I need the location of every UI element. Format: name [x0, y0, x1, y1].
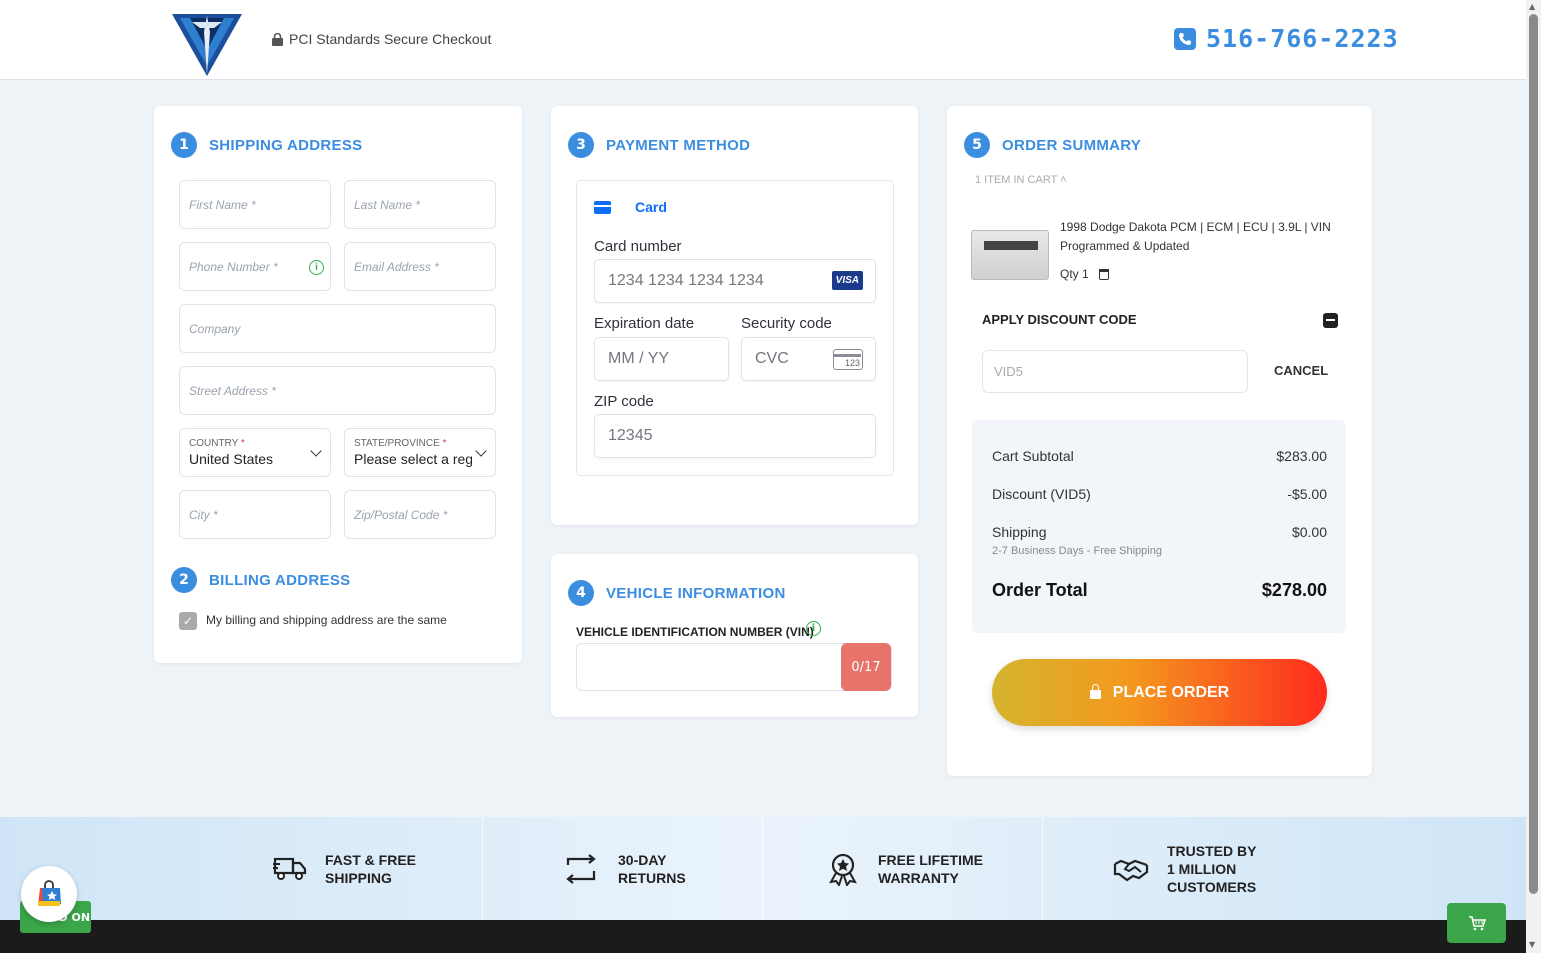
award-icon — [829, 853, 857, 886]
cvc-input[interactable]: CVC 123 — [741, 337, 876, 381]
feature-warranty: FREE LIFETIME WARRANTY — [826, 817, 983, 920]
credit-card-icon — [594, 200, 611, 214]
step-number: 4 — [568, 580, 594, 606]
first-name-field[interactable]: First Name * — [179, 180, 331, 229]
chevron-down-icon — [475, 445, 487, 457]
info-icon[interactable]: i — [309, 260, 324, 275]
payment-heading: 3 PAYMENT METHOD — [568, 132, 750, 158]
phone-field[interactable]: Phone Number * i — [179, 242, 331, 291]
zip-label: ZIP code — [594, 393, 654, 410]
expiry-label: Expiration date — [594, 315, 695, 332]
payment-zip-input[interactable]: 12345 — [594, 414, 876, 458]
subtotal-row: Cart Subtotal $283.00 — [992, 448, 1327, 464]
section-title: BILLING ADDRESS — [209, 571, 351, 589]
email-field[interactable]: Email Address * — [344, 242, 496, 291]
info-icon[interactable]: i — [806, 621, 821, 636]
shipping-note: 2-7 Business Days - Free Shipping — [992, 545, 1162, 557]
handshake-icon — [1113, 859, 1149, 881]
rewards-widget[interactable] — [21, 866, 77, 922]
section-title: SHIPPING ADDRESS — [209, 136, 363, 154]
product-name: 1998 Dodge Dakota PCM | ECM | ECU | 3.9L… — [1060, 220, 1331, 253]
billing-heading: 2 BILLING ADDRESS — [171, 567, 350, 593]
returns-icon — [566, 853, 596, 884]
same-address-label[interactable]: My billing and shipping address are the … — [206, 613, 447, 627]
step-number: 3 — [568, 132, 594, 158]
feature-shipping: FAST & FREE SHIPPING — [273, 817, 416, 920]
truck-icon — [273, 857, 307, 880]
order-total-row: Order Total $278.00 — [992, 580, 1327, 600]
visa-icon: VISA — [831, 271, 863, 290]
cart-count-toggle[interactable]: 1 ITEM IN CART ˄ — [975, 174, 1067, 186]
features-strip: FAST & FREE SHIPPING 30-DAY RETURNS FREE L… — [0, 817, 1526, 920]
card-tab[interactable]: Card — [594, 199, 667, 215]
collapse-icon[interactable] — [1323, 313, 1338, 328]
feature-trusted: TRUSTED BY 1 MILLION CUSTOMERS — [1113, 817, 1256, 920]
secure-checkout-label: PCI Standards Secure Checkout — [272, 31, 491, 47]
totals-box: Cart Subtotal $283.00 Discount (VID5) -$… — [972, 420, 1346, 633]
zip-field[interactable]: Zip/Postal Code * — [344, 490, 496, 539]
place-order-button[interactable]: PLACE ORDER — [992, 659, 1327, 726]
expiry-input[interactable]: MM / YY — [594, 337, 729, 381]
footer-bar — [0, 920, 1526, 953]
product-qty: Qty 1 — [1060, 267, 1109, 281]
cart-icon — [1468, 916, 1486, 931]
scrollbar-thumb[interactable] — [1529, 14, 1538, 894]
cvc-card-icon: 123 — [833, 349, 863, 370]
discount-input[interactable]: VID5 — [982, 350, 1248, 393]
card-number-label: Card number — [594, 238, 682, 255]
last-name-field[interactable]: Last Name * — [344, 180, 496, 229]
phone-link[interactable]: 516-766-2223 — [1174, 24, 1399, 53]
city-field[interactable]: City * — [179, 490, 331, 539]
step-number: 2 — [171, 567, 197, 593]
company-field[interactable]: Company — [179, 304, 496, 353]
discount-row: Discount (VID5) -$5.00 — [992, 486, 1327, 502]
step-number: 5 — [964, 132, 990, 158]
cvc-label: Security code — [741, 315, 832, 332]
trash-icon[interactable] — [1098, 268, 1109, 280]
section-title: VEHICLE INFORMATION — [606, 584, 786, 602]
header: PCI Standards Secure Checkout 516-766-22… — [0, 0, 1526, 80]
discount-title[interactable]: APPLY DISCOUNT CODE — [982, 312, 1137, 327]
shipping-heading: 1 SHIPPING ADDRESS — [171, 132, 362, 158]
vehicle-heading: 4 VEHICLE INFORMATION — [568, 580, 786, 606]
lock-icon — [1089, 684, 1101, 699]
chevron-up-icon: ˄ — [1060, 174, 1067, 186]
phone-icon — [1174, 27, 1196, 50]
section-title: PAYMENT METHOD — [606, 136, 751, 154]
state-select[interactable]: STATE/PROVINCE * Please select a region — [344, 428, 496, 477]
card-number-input[interactable]: 1234 1234 1234 1234 VISA — [594, 259, 876, 303]
shopping-bag-icon — [38, 880, 61, 906]
lock-icon — [272, 32, 283, 46]
shipping-row: Shipping $0.00 — [992, 524, 1327, 540]
street-address-field[interactable]: Street Address * — [179, 366, 496, 415]
vin-counter: 0/17 — [841, 643, 891, 691]
cancel-discount-button[interactable]: CANCEL — [1274, 363, 1328, 378]
page-scrollbar[interactable]: ▲ ▼ — [1526, 0, 1541, 953]
scroll-up-arrow-icon[interactable]: ▲ — [1529, 2, 1535, 11]
country-select[interactable]: COUNTRY * United States — [179, 428, 331, 477]
cart-button[interactable] — [1447, 903, 1506, 943]
logo[interactable] — [170, 12, 244, 78]
step-number: 1 — [171, 132, 197, 158]
summary-heading: 5 ORDER SUMMARY — [964, 132, 1141, 158]
same-address-checkbox[interactable]: ✓ — [179, 612, 197, 630]
section-title: ORDER SUMMARY — [1002, 136, 1142, 154]
scroll-down-arrow-icon[interactable]: ▼ — [1529, 940, 1535, 949]
product-image — [971, 230, 1049, 280]
feature-returns: 30-DAY RETURNS — [562, 817, 686, 920]
vin-label: VEHICLE IDENTIFICATION NUMBER (VIN) — [576, 625, 814, 639]
